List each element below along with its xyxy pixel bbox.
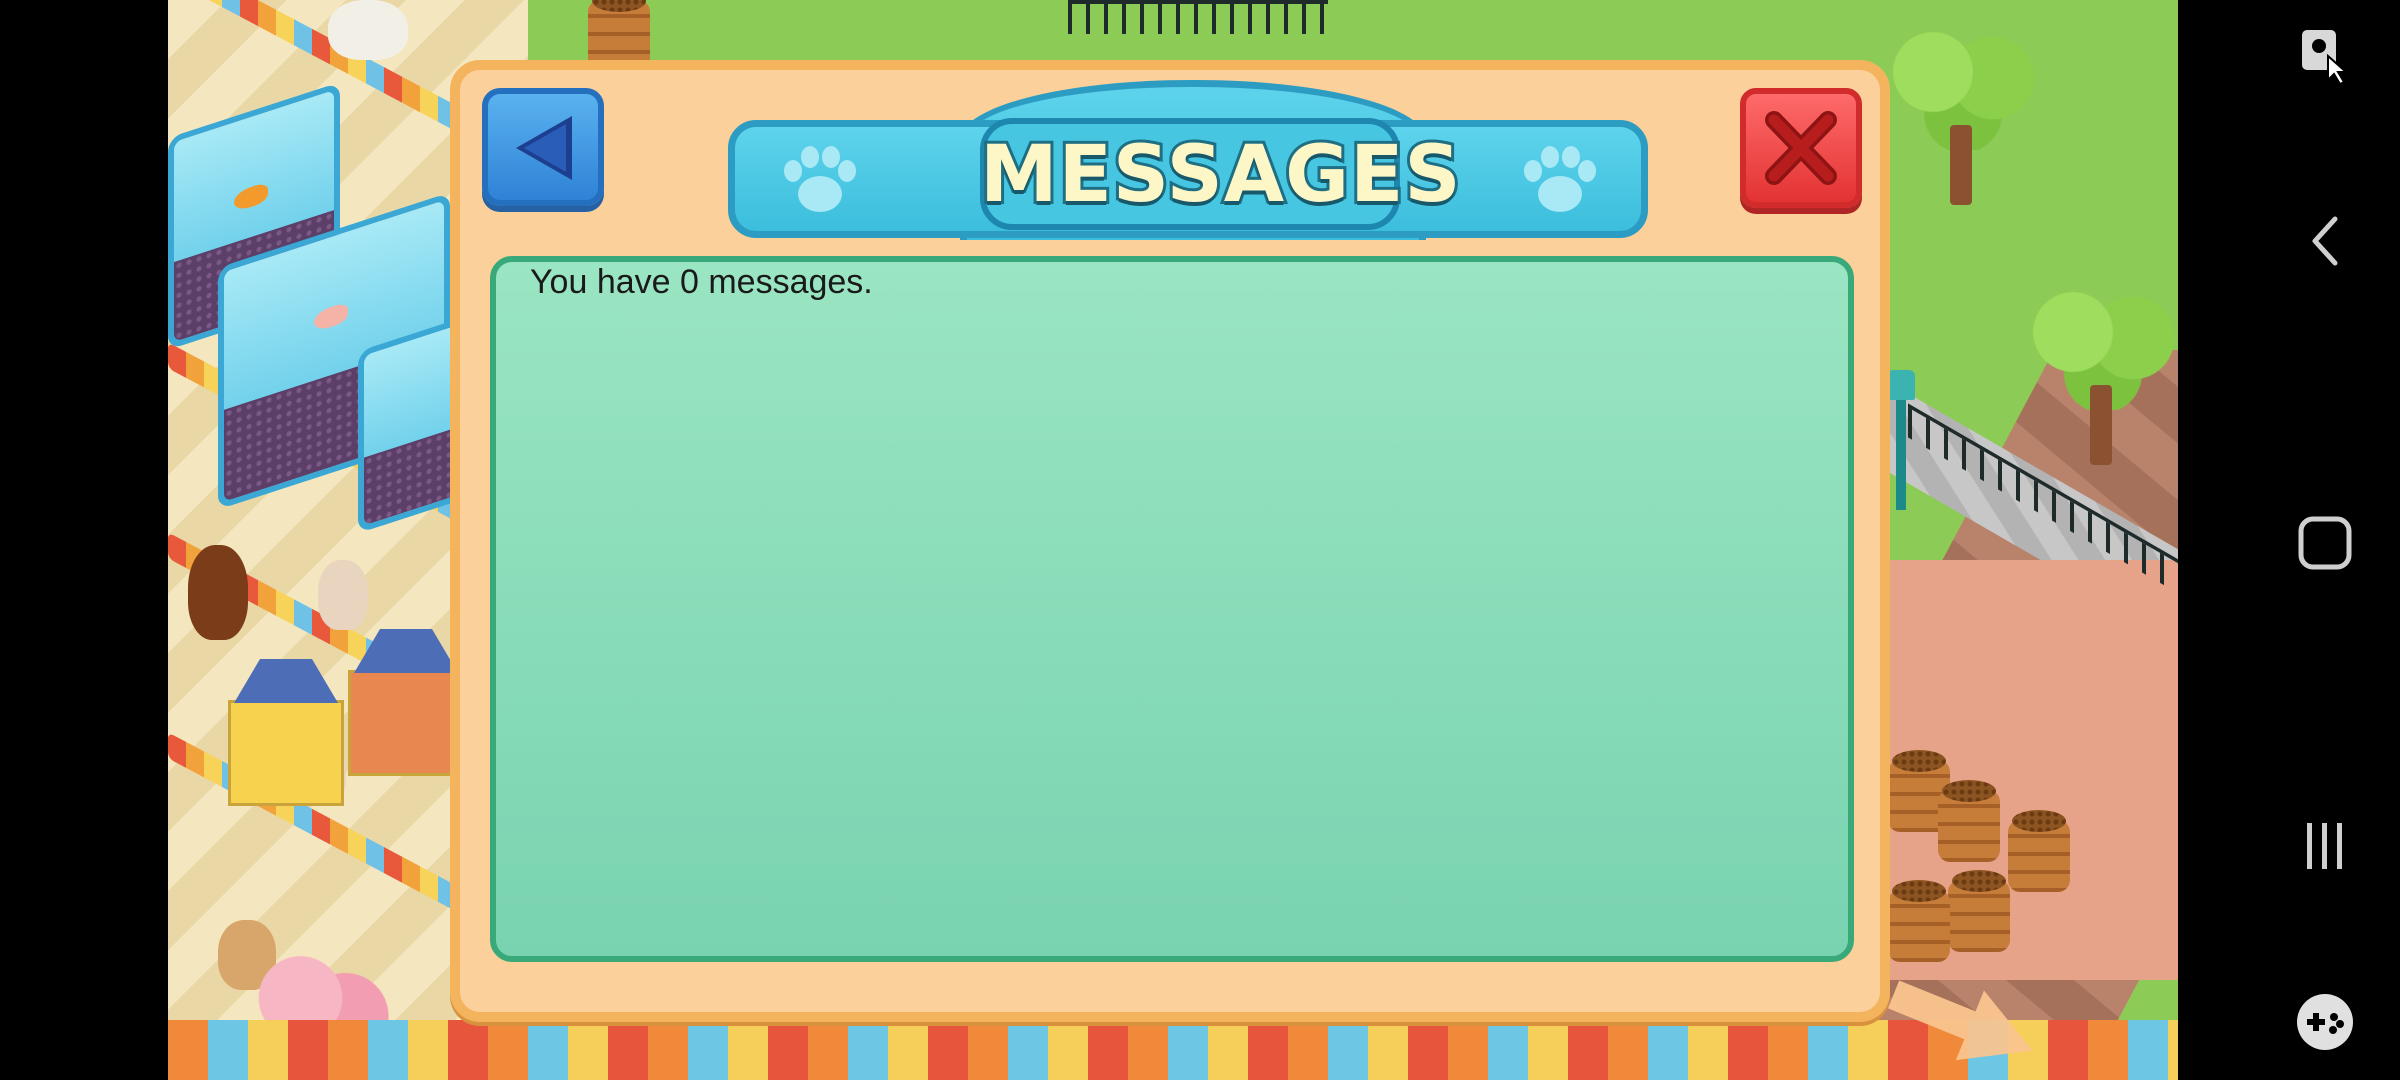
cat-figure [318,560,368,630]
chevron-left-icon[interactable] [2280,196,2370,286]
touch-assist-icon[interactable] [2280,12,2370,102]
food-barrel [1938,780,2000,862]
triangle-left-icon [516,116,572,180]
close-button[interactable] [1740,88,1862,208]
message-list-panel [490,256,1854,962]
paw-print-icon [784,146,856,212]
gamepad-icon[interactable] [2280,977,2370,1067]
dialog-title: MESSAGES [977,127,1464,223]
iron-fence [1068,0,1328,34]
pet-house [348,670,464,776]
dog-figure [328,0,408,60]
food-barrel [2008,810,2070,892]
food-barrel [1888,880,1950,962]
screen: MESSAGES You have 0 messages. [0,0,2400,1080]
street-lamp [1887,370,1915,510]
back-button[interactable] [482,88,604,206]
paw-print-icon [1524,146,1596,212]
x-icon [1765,111,1837,185]
three-bars-icon[interactable] [2280,800,2370,890]
food-barrel [1948,870,2010,952]
pet-house [228,700,344,806]
message-count-text: You have 0 messages. [530,263,873,301]
dog-figure [188,545,248,640]
square-icon[interactable] [2280,498,2370,588]
bottom-shelf-row [168,1020,2178,1080]
